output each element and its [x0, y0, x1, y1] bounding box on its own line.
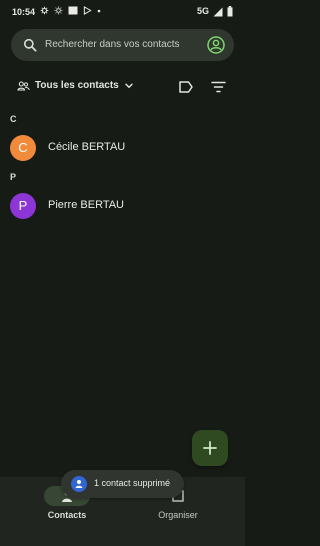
status-system-icons: 5G [197, 6, 233, 17]
network-type: 5G [196, 6, 209, 16]
filter-icon[interactable] [211, 81, 226, 93]
brightness-icon [54, 6, 63, 15]
contacts-filter-label: Tous les contacts [35, 80, 119, 91]
snackbar-avatar [71, 476, 87, 492]
contact-name: Pierre BERTAU [48, 199, 125, 211]
label-icon[interactable] [178, 80, 194, 94]
contact-row-cecile[interactable]: C Cécile BERTAU [0, 131, 245, 165]
filter-row: Tous les contacts [0, 76, 245, 98]
plus-icon [203, 441, 217, 455]
signal-icon [213, 7, 223, 16]
play-store-icon [83, 6, 92, 15]
status-bar: 10:54 5G [0, 0, 245, 24]
dot-icon [97, 9, 101, 12]
avatar: C [10, 135, 36, 161]
contacts-filter-dropdown[interactable]: Tous les contacts [17, 80, 134, 91]
account-icon[interactable] [207, 36, 225, 54]
nav-label-contacts: Contacts [47, 510, 87, 520]
battery-icon [227, 6, 233, 17]
search-icon [23, 38, 37, 52]
people-icon [17, 80, 30, 91]
gear-icon [40, 6, 49, 15]
snackbar: 1 contact supprimé [61, 470, 184, 498]
status-time: 10:54 [12, 7, 36, 17]
nav-label-organize: Organiser [158, 510, 198, 520]
section-letter-c: C [10, 114, 17, 124]
snackbar-message: 1 contact supprimé [94, 478, 171, 488]
search-bar[interactable]: Rechercher dans vos contacts [11, 29, 234, 61]
status-notification-icons [40, 6, 101, 15]
avatar: P [10, 193, 36, 219]
section-letter-p: P [10, 172, 17, 182]
contacts-screen: 10:54 5G Rechercher dans vos contacts To… [0, 0, 245, 546]
battery-saver-icon [68, 6, 78, 15]
person-icon [75, 480, 83, 488]
contact-name: Cécile BERTAU [48, 141, 126, 153]
contact-row-pierre[interactable]: P Pierre BERTAU [0, 189, 245, 223]
search-input[interactable]: Rechercher dans vos contacts [45, 39, 180, 50]
chevron-down-icon [125, 83, 133, 88]
add-contact-button[interactable] [192, 430, 228, 466]
